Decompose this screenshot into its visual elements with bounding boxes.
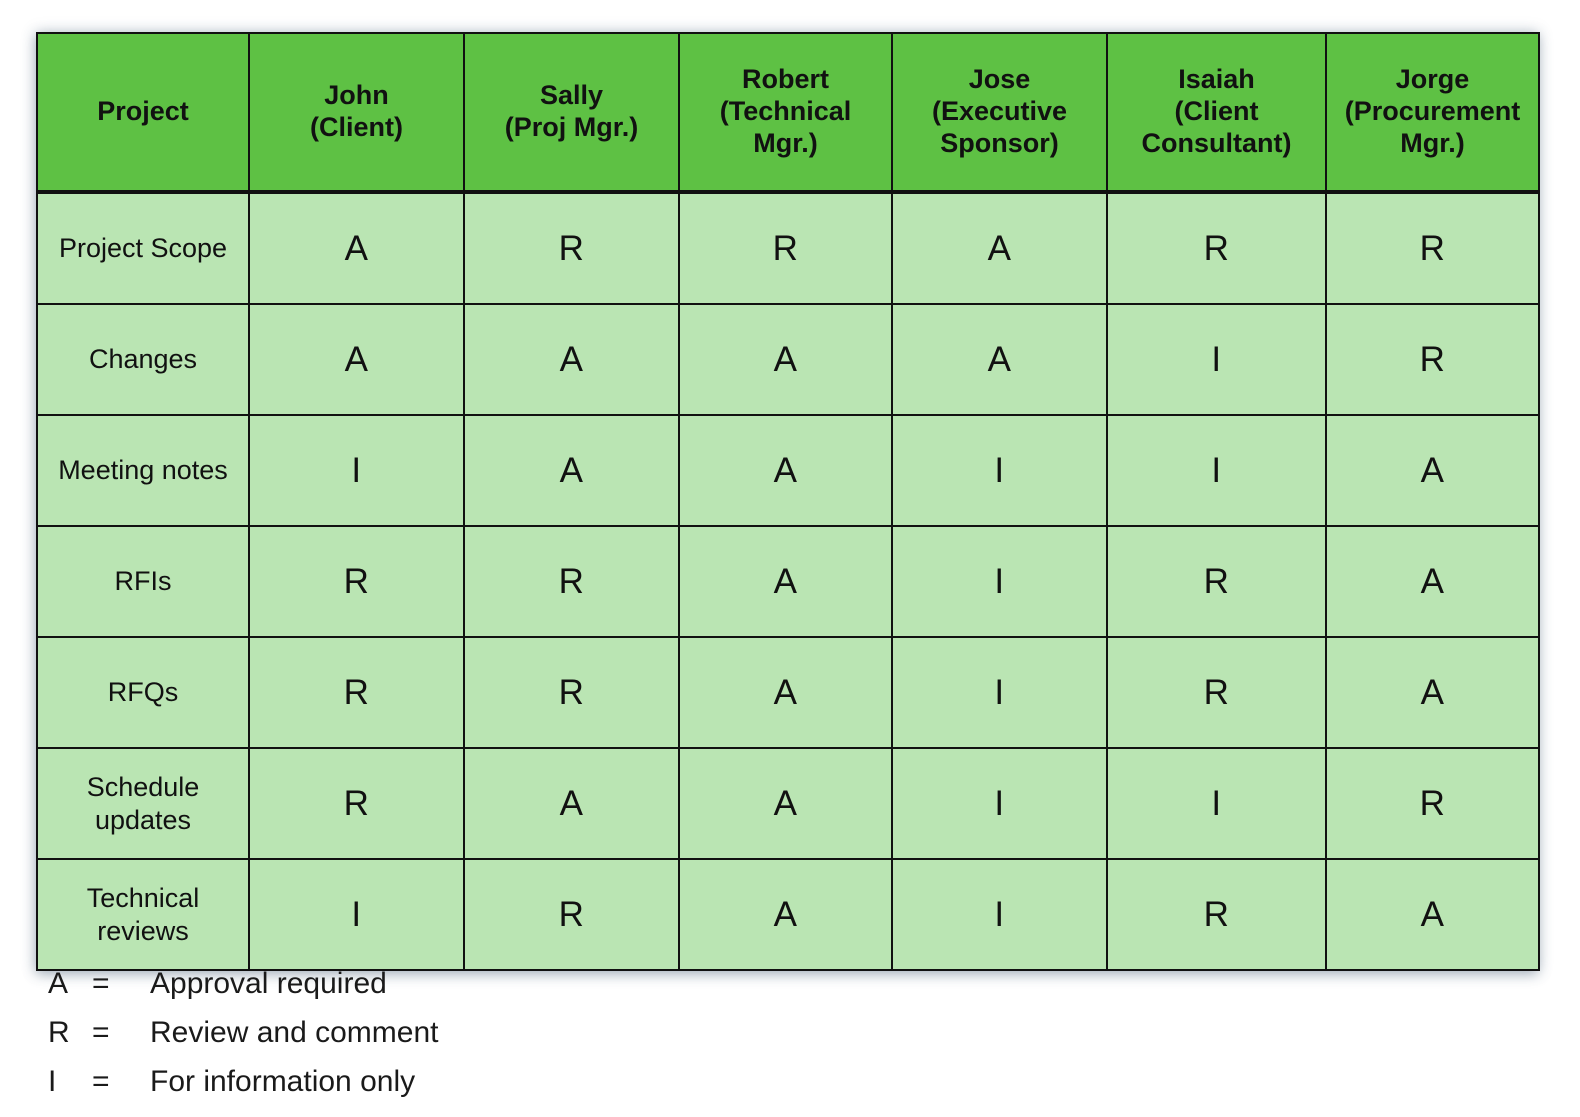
column-header-isaiah: Isaiah (Client Consultant) [1106,32,1327,194]
raci-cell: A [463,747,680,860]
raci-cell: I [891,858,1108,971]
raci-cell: A [678,525,893,638]
table-row: RFIs R R A I R A [36,525,1540,638]
raci-cell: I [891,636,1108,749]
raci-cell: A [463,414,680,527]
raci-matrix-page: Project John (Client) Sally (Proj Mgr.) Ro… [0,0,1580,1117]
raci-cell: I [891,525,1108,638]
raci-cell: R [1325,303,1540,416]
legend-equals-sign: = [92,1065,110,1098]
row-label: Project Scope [36,191,250,305]
raci-cell: I [891,414,1108,527]
legend-symbol: I [48,1065,57,1098]
raci-cell: R [1325,747,1540,860]
legend-symbol: A [48,967,69,1000]
raci-cell: A [891,191,1108,305]
raci-cell: A [1325,414,1540,527]
legend-item: A = Approval required [48,967,748,1016]
raci-cell: R [1325,191,1540,305]
column-header-sally: Sally (Proj Mgr.) [463,32,680,194]
table-row: Project Scope A R R A R R [36,191,1540,305]
raci-cell: R [463,525,680,638]
raci-cell: R [463,191,680,305]
legend-item: R = Review and comment [48,1016,748,1065]
table-header: Project John (Client) Sally (Proj Mgr.) Ro… [36,32,1540,194]
column-header-jose: Jose (Executive Sponsor) [891,32,1108,194]
raci-cell: R [463,858,680,971]
raci-cell: R [1106,525,1327,638]
legend-equals-sign: = [92,967,110,1000]
legend-description: Review and comment [150,1016,439,1049]
raci-cell: A [463,303,680,416]
raci-cell: I [248,414,465,527]
raci-cell: R [1106,636,1327,749]
column-header-robert: Robert (Technical Mgr.) [678,32,893,194]
table-row: Meeting notes I A A I I A [36,414,1540,527]
raci-cell: A [678,303,893,416]
raci-cell: R [1106,191,1327,305]
raci-cell: R [1106,858,1327,971]
legend-symbol: R [48,1016,70,1049]
row-label: Technical reviews [36,858,250,971]
raci-cell: A [1325,636,1540,749]
raci-cell: R [248,636,465,749]
raci-table-container: Project John (Client) Sally (Proj Mgr.) Ro… [36,32,1540,971]
raci-cell: A [678,636,893,749]
raci-cell: A [1325,525,1540,638]
table-row: Schedule updates R A A I I R [36,747,1540,860]
table-body: Project Scope A R R A R R Changes A A A A I R Meeting … [36,191,1540,971]
row-label: Changes [36,303,250,416]
row-label: RFIs [36,525,250,638]
row-label: RFQs [36,636,250,749]
column-header-jorge: Jorge (Procurement Mgr.) [1325,32,1540,194]
column-header-project: Project [36,32,250,194]
row-label: Meeting notes [36,414,250,527]
raci-cell: A [891,303,1108,416]
raci-cell: A [678,414,893,527]
legend: A = Approval required R = Review and comment I… [48,967,748,1114]
raci-cell: I [1106,303,1327,416]
table-row: Technical reviews I R A I R A [36,858,1540,971]
table-row: RFQs R R A I R A [36,636,1540,749]
column-header-john: John (Client) [248,32,465,194]
raci-cell: R [248,525,465,638]
raci-cell: R [678,191,893,305]
legend-equals-sign: = [92,1016,110,1049]
raci-cell: I [248,858,465,971]
raci-cell: A [678,747,893,860]
raci-cell: I [891,747,1108,860]
raci-cell: A [678,858,893,971]
legend-description: Approval required [150,967,387,1000]
raci-table: Project John (Client) Sally (Proj Mgr.) Ro… [36,32,1540,971]
raci-cell: A [1325,858,1540,971]
legend-item: I = For information only [48,1065,748,1114]
raci-cell: I [1106,414,1327,527]
legend-description: For information only [150,1065,416,1098]
header-row: Project John (Client) Sally (Proj Mgr.) Ro… [36,32,1540,194]
row-label: Schedule updates [36,747,250,860]
table-row: Changes A A A A I R [36,303,1540,416]
raci-cell: A [248,303,465,416]
raci-cell: R [248,747,465,860]
raci-cell: I [1106,747,1327,860]
raci-cell: A [248,191,465,305]
raci-cell: R [463,636,680,749]
